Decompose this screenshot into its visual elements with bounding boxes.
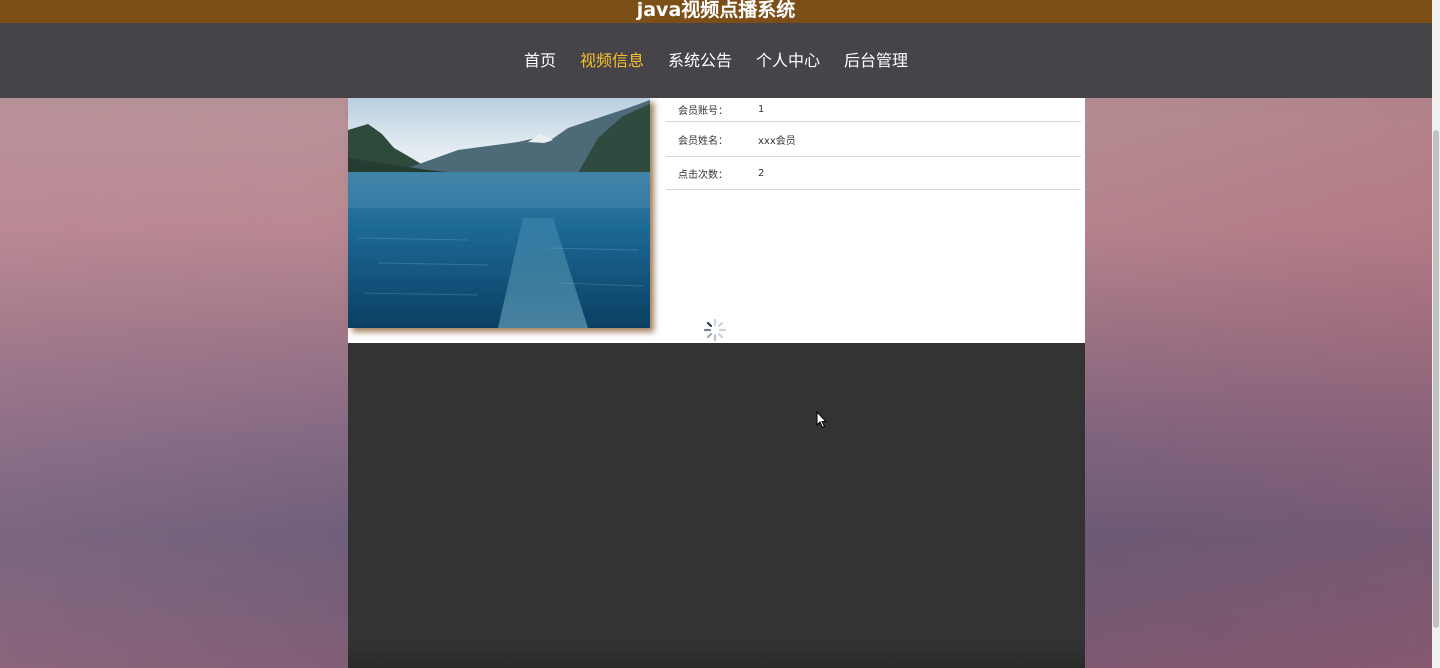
- info-row-member-account: 会员账号： 1: [666, 98, 1081, 122]
- nav-item-video-info[interactable]: 视频信息: [580, 23, 644, 98]
- page-scrollbar[interactable]: [1432, 0, 1440, 668]
- info-label: 会员姓名：: [678, 135, 728, 147]
- mouse-cursor-icon: [816, 410, 828, 433]
- info-row-click-count: 点击次数： 2: [666, 157, 1081, 190]
- nav-item-announcements[interactable]: 系统公告: [668, 23, 732, 98]
- video-info-panel: 会员账号： 1 会员姓名： xxx会员 点击次数： 2: [348, 98, 1085, 343]
- info-value: 2: [758, 167, 765, 179]
- info-value: 1: [758, 104, 765, 115]
- lake-landscape-image: [348, 98, 650, 328]
- main-nav: 首页 视频信息 系统公告 个人中心 后台管理: [0, 23, 1432, 98]
- loading-spinner-icon: [703, 318, 727, 342]
- info-label: 点击次数：: [678, 169, 728, 181]
- video-info-table: 会员账号： 1 会员姓名： xxx会员 点击次数： 2: [666, 98, 1081, 190]
- nav-item-home[interactable]: 首页: [524, 23, 556, 98]
- nav-item-personal-center[interactable]: 个人中心: [756, 23, 820, 98]
- info-label: 会员账号：: [678, 106, 728, 117]
- scrollbar-thumb[interactable]: [1433, 130, 1439, 628]
- info-row-member-name: 会员姓名： xxx会员: [666, 122, 1081, 157]
- video-player[interactable]: [348, 343, 1085, 668]
- site-title: java视频点播系统: [0, 0, 1432, 23]
- nav-item-admin[interactable]: 后台管理: [844, 23, 908, 98]
- info-value: xxx会员: [758, 135, 796, 147]
- video-thumbnail[interactable]: [348, 98, 650, 328]
- video-detail: 会员账号： 1 会员姓名： xxx会员 点击次数： 2: [348, 98, 1085, 668]
